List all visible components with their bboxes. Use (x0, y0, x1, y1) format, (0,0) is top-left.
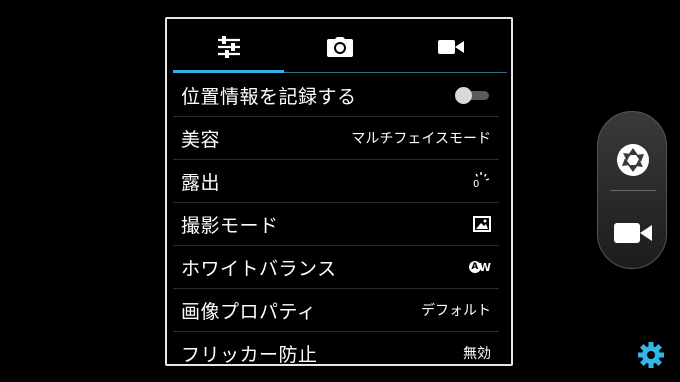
sliders-icon (217, 35, 240, 58)
tab-video-settings[interactable] (395, 19, 506, 74)
settings-list: 位置情報を記録する 美容 マルチフェイスモード 露出 0 撮影モード ホワイトバ… (173, 74, 499, 366)
setting-beauty-label: 美容 (181, 128, 221, 151)
setting-location-label: 位置情報を記録する (181, 85, 357, 108)
camera-icon (326, 36, 353, 57)
setting-scene-mode[interactable]: 撮影モード (173, 203, 499, 246)
setting-exposure-label: 露出 (181, 171, 221, 194)
video-camera-icon (614, 223, 652, 243)
shutter-button[interactable] (598, 130, 668, 190)
controls-divider (610, 190, 656, 191)
scene-auto-icon (473, 216, 491, 232)
setting-flicker-value: 無効 (463, 346, 491, 362)
shutter-icon (617, 144, 649, 176)
white-balance-auto-icon: A W (468, 260, 491, 274)
setting-location[interactable]: 位置情報を記録する (173, 74, 499, 117)
exposure-icon: 0 (471, 171, 491, 191)
gear-icon (638, 342, 664, 368)
setting-flicker[interactable]: フリッカー防止 無効 (173, 332, 499, 366)
video-record-button[interactable] (598, 203, 668, 263)
setting-flicker-label: フリッカー防止 (181, 343, 318, 366)
setting-beauty[interactable]: 美容 マルチフェイスモード (173, 117, 499, 160)
settings-panel: 位置情報を記録する 美容 マルチフェイスモード 露出 0 撮影モード ホワイトバ… (165, 17, 513, 366)
tab-general-settings[interactable] (173, 19, 284, 74)
toggle-knob (455, 87, 472, 104)
setting-image-properties-label: 画像プロパティ (181, 300, 317, 323)
wb-w: W (478, 260, 491, 274)
setting-beauty-value: マルチフェイスモード (351, 131, 491, 147)
exposure-value: 0 (473, 179, 480, 190)
location-toggle[interactable] (455, 87, 491, 104)
setting-white-balance-label: ホワイトバランス (181, 257, 337, 280)
settings-tabs (167, 19, 511, 74)
setting-image-properties-value: デフォルト (421, 303, 491, 319)
tab-selected-indicator (173, 70, 284, 73)
setting-image-properties[interactable]: 画像プロパティ デフォルト (173, 289, 499, 332)
setting-exposure[interactable]: 露出 0 (173, 160, 499, 203)
tab-camera-settings[interactable] (284, 19, 395, 74)
capture-controls (597, 111, 667, 269)
setting-scene-mode-label: 撮影モード (181, 214, 279, 237)
setting-white-balance[interactable]: ホワイトバランス A W (173, 246, 499, 289)
settings-gear-button[interactable] (637, 341, 665, 369)
video-camera-icon (437, 39, 464, 54)
